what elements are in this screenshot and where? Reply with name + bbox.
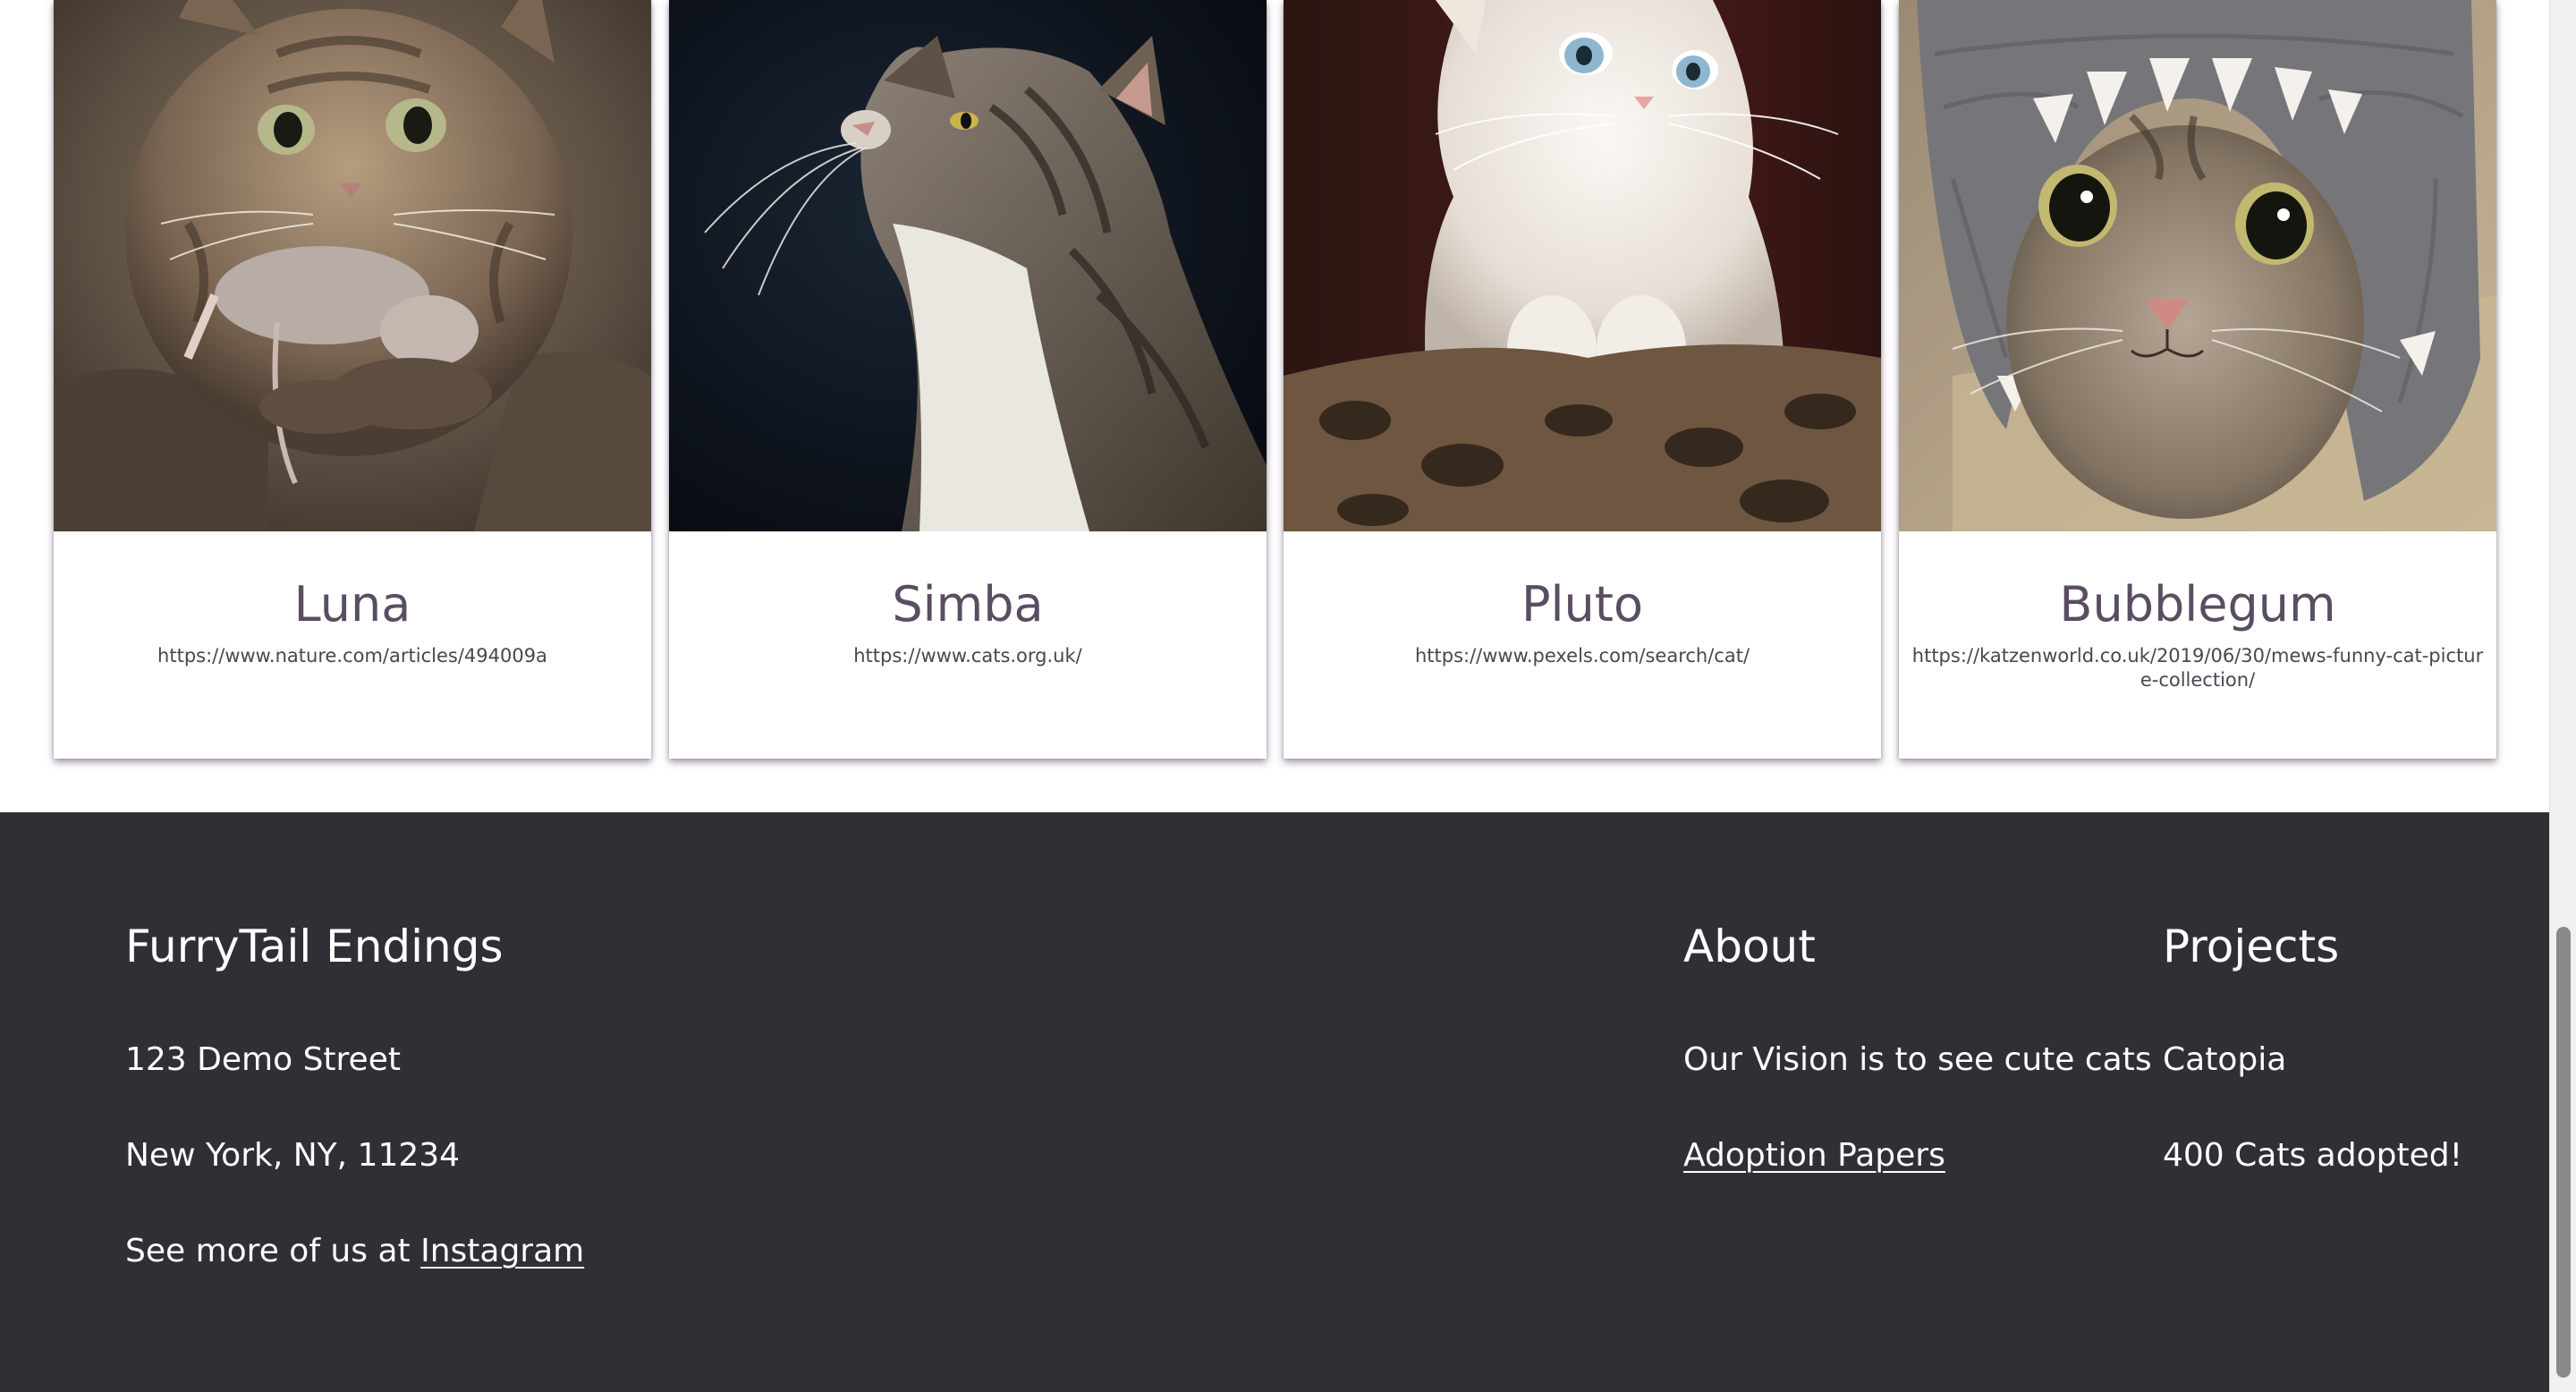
cat-source-url: https://www.cats.org.uk/ [853, 645, 1082, 666]
footer-project-name: Catopia [2163, 1041, 2287, 1078]
cat-photo-bubblegum [1899, 0, 2496, 531]
adoption-papers-link[interactable]: Adoption Papers [1683, 1136, 1945, 1176]
footer-city: New York, NY, 11234 [125, 1137, 461, 1174]
footer-brand-title: FurryTail Endings [125, 921, 504, 972]
footer-about-title: About [1683, 921, 1816, 972]
cat-name: Bubblegum [2059, 576, 2336, 632]
cat-source-url: https://www.nature.com/articles/494009a [157, 645, 547, 666]
cat-card-luna[interactable]: Luna https://www.nature.com/articles/494… [54, 0, 651, 759]
cat-photo-pluto [1284, 0, 1881, 531]
scrollbar-thumb[interactable] [2556, 927, 2571, 1378]
footer-vision: Our Vision is to see cute cats [1683, 1041, 2152, 1078]
site-footer: FurryTail Endings 123 Demo Street New Yo… [0, 812, 2549, 1392]
page: Luna https://www.nature.com/articles/494… [0, 0, 2576, 1392]
cat-card-pluto[interactable]: Pluto https://www.pexels.com/search/cat/ [1284, 0, 1881, 759]
footer-street: 123 Demo Street [125, 1041, 401, 1078]
cat-name: Simba [892, 576, 1044, 632]
cat-photo-luna [54, 0, 651, 531]
cat-card-bubblegum[interactable]: Bubblegum https://katzenworld.co.uk/2019… [1899, 0, 2496, 759]
cat-photo-simba [669, 0, 1267, 531]
instagram-link[interactable]: Instagram [420, 1233, 584, 1269]
cat-card-simba[interactable]: Simba https://www.cats.org.uk/ [669, 0, 1267, 759]
footer-projects-title: Projects [2163, 921, 2340, 972]
cat-name: Luna [293, 576, 411, 632]
footer-adopted-count: 400 Cats adopted! [2163, 1137, 2463, 1174]
cat-source-url: https://www.pexels.com/search/cat/ [1414, 645, 1750, 666]
vertical-scrollbar[interactable] [2549, 0, 2576, 1392]
cat-name: Pluto [1521, 576, 1643, 632]
cat-source-url: https://katzenworld.co.uk/2019/06/30/mew… [1911, 645, 2484, 691]
footer-social-prefix: See more of us at [125, 1233, 421, 1269]
footer-social-line: See more of us at Instagram [125, 1232, 584, 1271]
